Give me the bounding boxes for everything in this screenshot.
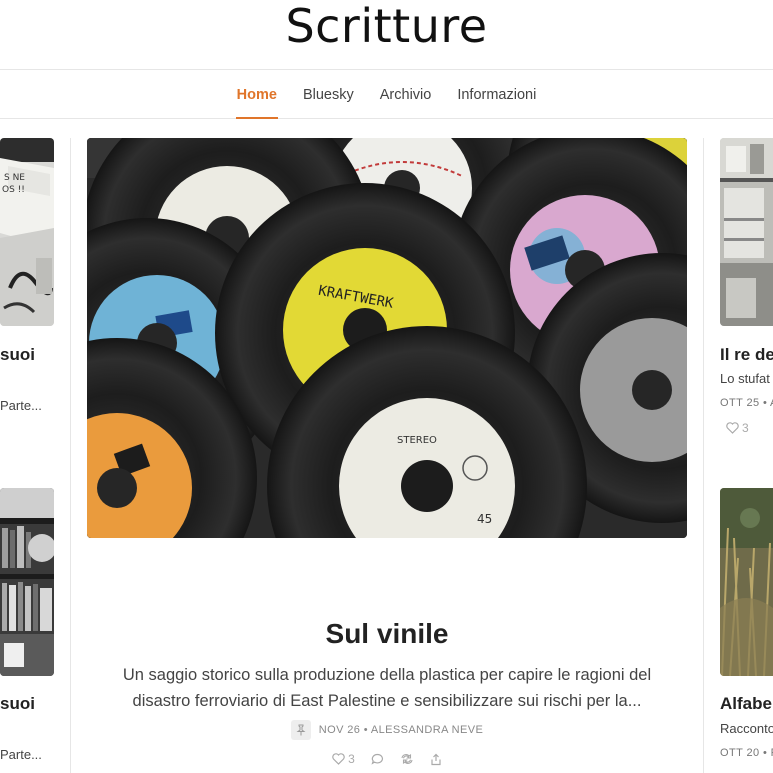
restack-icon (401, 753, 413, 765)
svg-text:OS !!: OS !! (2, 185, 25, 195)
svg-text:45: 45 (477, 512, 492, 526)
svg-text:S NE: S NE (4, 173, 25, 183)
svg-text:STEREO: STEREO (397, 435, 437, 446)
post-thumbnail[interactable] (720, 488, 773, 676)
site-title[interactable]: Scritture (0, 0, 773, 52)
restack-button[interactable] (400, 753, 414, 765)
post-title[interactable]: Alfabe (720, 694, 772, 714)
heart-icon (332, 753, 345, 765)
column-divider-left (70, 138, 71, 773)
post-subtitle: Racconto (720, 721, 773, 736)
nav-informazioni[interactable]: Informazioni (456, 71, 537, 118)
feature-subtitle: Un saggio storico sulla produzione della… (122, 666, 652, 710)
post-title[interactable]: Il re de (720, 345, 773, 365)
post-thumbnail[interactable] (720, 138, 773, 326)
post-date-author: NOV 26 • ALESSANDRA NEVE (318, 724, 484, 736)
like-count: 3 (742, 421, 749, 435)
main-nav: Home Bluesky Archivio Informazioni (0, 71, 773, 119)
nav-home[interactable]: Home (235, 71, 279, 119)
post-title[interactable]: suoi (0, 694, 35, 714)
masthead: Scritture (0, 0, 773, 70)
share-button[interactable] (430, 753, 442, 766)
share-icon (431, 753, 441, 765)
feature-title[interactable]: Sul vinile (87, 618, 687, 650)
like-button[interactable]: 3 (726, 421, 749, 435)
post-title[interactable]: suoi (0, 345, 35, 365)
post-subtitle: Parte... (0, 398, 42, 413)
column-divider-right (703, 138, 704, 773)
heart-icon (726, 422, 739, 434)
feature-meta: NOV 26 • ALESSANDRA NEVE (87, 720, 687, 740)
post-thumbnail[interactable] (0, 488, 54, 676)
comment-button[interactable] (371, 753, 384, 765)
comment-icon (371, 753, 383, 765)
post-subtitle: Parte... (0, 747, 42, 762)
nav-bluesky[interactable]: Bluesky (302, 71, 355, 118)
post-date-author: OTT 25 • A (720, 397, 773, 409)
feature-image[interactable]: STEREO KRAFTWERK STEREO 45 (87, 138, 687, 538)
nav-archivio[interactable]: Archivio (379, 71, 433, 118)
post-date-author: OTT 20 • F (720, 747, 773, 759)
like-button[interactable]: 3 (332, 752, 355, 766)
like-count: 3 (348, 752, 355, 766)
pin-icon (290, 720, 311, 740)
post-subtitle: Lo stufat (720, 371, 770, 386)
feature-actions: 3 (87, 752, 687, 766)
post-thumbnail[interactable]: S NE OS !! (0, 138, 54, 326)
